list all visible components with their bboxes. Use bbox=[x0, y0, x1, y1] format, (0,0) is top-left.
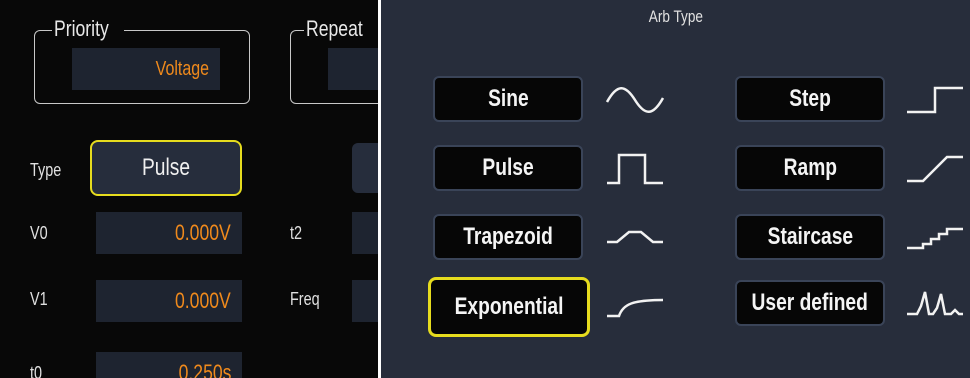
staircase-wave-icon bbox=[907, 227, 963, 250]
arb-option-ramp[interactable]: Ramp bbox=[735, 145, 885, 191]
type-label: Type bbox=[30, 160, 62, 180]
priority-title: Priority bbox=[52, 17, 125, 41]
v0-label: V0 bbox=[30, 223, 48, 243]
t2-field[interactable] bbox=[352, 212, 378, 254]
repeat-title: Repeat bbox=[304, 17, 378, 41]
pulse-wave-icon bbox=[607, 153, 663, 185]
freq-label: Freq bbox=[290, 289, 320, 309]
v0-field[interactable]: 0.000V bbox=[96, 212, 242, 254]
second-column-button[interactable] bbox=[352, 143, 378, 193]
arb-option-exponential[interactable]: Exponential bbox=[428, 277, 590, 337]
v1-field[interactable]: 0.000V bbox=[96, 280, 242, 322]
v1-label: V1 bbox=[30, 289, 48, 309]
arb-option-step[interactable]: Step bbox=[735, 76, 885, 122]
t2-label: t2 bbox=[290, 223, 303, 243]
sine-wave-icon bbox=[605, 87, 665, 113]
user-defined-wave-icon bbox=[907, 291, 963, 316]
priority-select[interactable]: Voltage bbox=[72, 48, 220, 90]
arb-option-staircase[interactable]: Staircase bbox=[735, 214, 885, 260]
arb-option-pulse[interactable]: Pulse bbox=[433, 145, 583, 191]
pulse-settings-panel: Priority Voltage Repeat Type Pulse V0 0.… bbox=[0, 0, 378, 378]
arb-option-sine[interactable]: Sine bbox=[433, 76, 583, 122]
freq-field[interactable] bbox=[352, 280, 378, 322]
trapezoid-wave-icon bbox=[607, 230, 663, 244]
t0-field[interactable]: 0.250s bbox=[96, 352, 242, 378]
exponential-wave-icon bbox=[607, 298, 664, 318]
arb-option-trapezoid[interactable]: Trapezoid bbox=[433, 214, 583, 260]
repeat-select[interactable] bbox=[328, 48, 378, 90]
arb-type-title: Arb Type bbox=[648, 7, 703, 26]
type-button[interactable]: Pulse bbox=[90, 140, 242, 196]
ramp-wave-icon bbox=[907, 155, 963, 183]
step-wave-icon bbox=[907, 86, 963, 114]
t0-label: t0 bbox=[30, 363, 43, 378]
arb-type-panel: Arb Type Sine Pulse Trapezoid Exponentia… bbox=[381, 0, 970, 378]
arb-option-user-defined[interactable]: User defined bbox=[735, 280, 885, 326]
